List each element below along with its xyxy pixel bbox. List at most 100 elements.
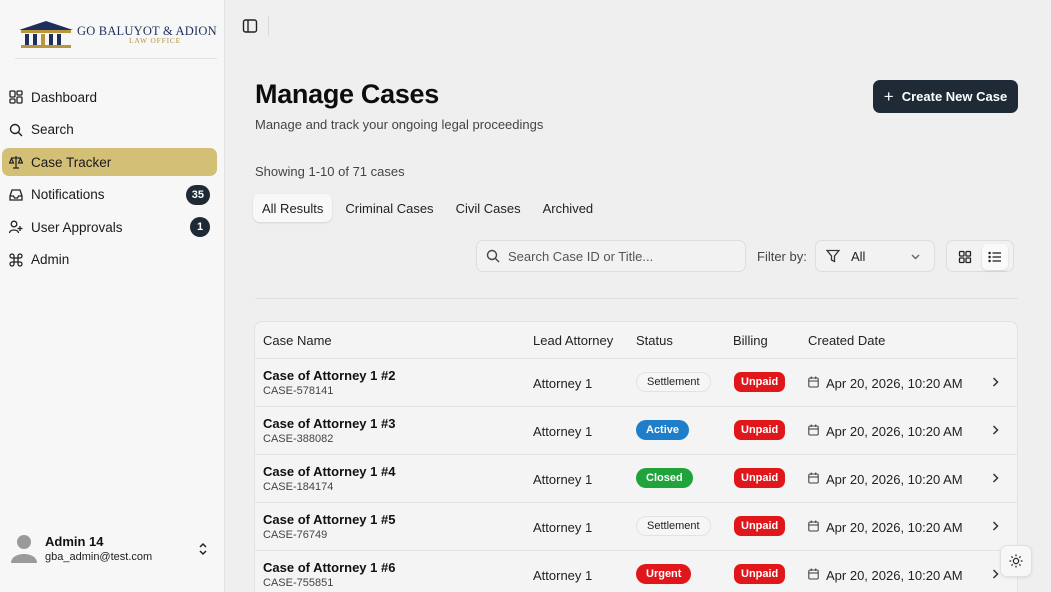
case-id: CASE-76749 <box>263 529 328 541</box>
calendar-icon <box>808 568 819 580</box>
case-name: Case of Attorney 1 #4 <box>263 464 396 479</box>
sidebar-item-case-tracker[interactable]: Case Tracker <box>2 148 217 176</box>
page-subtitle: Manage and track your ongoing legal proc… <box>255 117 544 132</box>
sidebar-item-label: Search <box>31 122 74 137</box>
created-date: Apr 20, 2026, 10:20 AM <box>826 424 963 439</box>
case-id: CASE-184174 <box>263 481 334 493</box>
sidebar: GO BALUYOT & ADION LAW OFFICE Dashboard … <box>0 0 225 592</box>
sidebar-item-dashboard[interactable]: Dashboard <box>2 83 217 111</box>
sidebar-toggle-icon[interactable] <box>242 18 258 34</box>
user-plus-icon <box>9 220 23 234</box>
cases-table: Case Name Lead Attorney Status Billing C… <box>254 321 1018 592</box>
column-header-lead-attorney[interactable]: Lead Attorney <box>533 333 613 348</box>
sidebar-nav: Dashboard Search Case Tracker Notificati… <box>2 83 217 278</box>
sidebar-item-label: Case Tracker <box>31 154 112 170</box>
chevron-right-icon[interactable] <box>991 424 1000 436</box>
sidebar-item-notifications[interactable]: Notifications 35 <box>2 181 217 209</box>
status-badge: Settlement <box>636 372 711 392</box>
table-row[interactable]: Case of Attorney 1 #3 CASE-388082 Attorn… <box>255 407 1017 455</box>
theme-toggle-button[interactable] <box>1000 545 1032 577</box>
lead-attorney: Attorney 1 <box>533 376 593 391</box>
case-tabs: All Results Criminal Cases Civil Cases A… <box>253 194 602 224</box>
filter-label: Filter by: <box>757 249 807 264</box>
lead-attorney: Attorney 1 <box>533 424 593 439</box>
sidebar-item-search[interactable]: Search <box>2 116 217 144</box>
chevron-right-icon[interactable] <box>991 568 1000 580</box>
filter-select[interactable]: All <box>815 240 935 272</box>
grid-icon <box>958 250 972 264</box>
search-box <box>476 240 746 272</box>
section-divider <box>255 298 1018 299</box>
sidebar-item-label: User Approvals <box>31 219 123 235</box>
table-row[interactable]: Case of Attorney 1 #5 CASE-76749 Attorne… <box>255 503 1017 551</box>
table-row[interactable]: Case of Attorney 1 #6 CASE-755851 Attorn… <box>255 551 1017 592</box>
search-icon <box>486 249 500 263</box>
chevron-right-icon[interactable] <box>991 472 1000 484</box>
status-badge: Settlement <box>636 516 711 536</box>
chevron-right-icon[interactable] <box>991 520 1000 532</box>
sidebar-item-label: Dashboard <box>31 89 98 105</box>
calendar-icon <box>808 520 819 532</box>
avatar <box>11 535 37 563</box>
case-name: Case of Attorney 1 #3 <box>263 416 396 431</box>
filter-value: All <box>851 248 866 264</box>
command-icon <box>9 252 23 267</box>
user-email: gba_admin@test.com <box>45 551 153 563</box>
column-header-created-date[interactable]: Created Date <box>808 333 885 348</box>
grid-view-button[interactable] <box>952 244 978 270</box>
tab-all-results[interactable]: All Results <box>253 194 333 222</box>
billing-badge: Unpaid <box>734 564 786 584</box>
created-date: Apr 20, 2026, 10:20 AM <box>826 472 963 487</box>
inbox-icon <box>9 188 23 202</box>
scale-icon <box>9 155 23 169</box>
lead-attorney: Attorney 1 <box>533 472 593 487</box>
billing-badge: Unpaid <box>734 372 786 392</box>
status-badge: Urgent <box>636 564 692 584</box>
case-name: Case of Attorney 1 #5 <box>263 512 396 527</box>
create-new-case-button[interactable]: + Create New Case <box>873 80 1018 113</box>
calendar-icon <box>808 376 819 388</box>
search-input[interactable] <box>508 248 728 264</box>
case-id: CASE-388082 <box>263 433 334 445</box>
filter-icon <box>826 249 840 263</box>
chevron-right-icon[interactable] <box>991 376 1000 388</box>
user-menu[interactable]: Admin 14 gba_admin@test.com <box>8 532 216 568</box>
table-header: Case Name Lead Attorney Status Billing C… <box>255 322 1017 359</box>
list-view-button[interactable] <box>982 244 1008 270</box>
chevron-down-icon <box>911 254 920 260</box>
tab-civil-cases[interactable]: Civil Cases <box>447 194 530 222</box>
sidebar-item-user-approvals[interactable]: User Approvals 1 <box>2 213 217 241</box>
column-header-case-name[interactable]: Case Name <box>263 333 332 348</box>
created-date: Apr 20, 2026, 10:20 AM <box>826 520 963 535</box>
status-badge: Active <box>636 420 690 440</box>
plus-icon: + <box>883 87 894 106</box>
user-name: Admin 14 <box>45 534 104 549</box>
column-header-billing[interactable]: Billing <box>733 333 768 348</box>
created-date: Apr 20, 2026, 10:20 AM <box>826 568 963 583</box>
table-row[interactable]: Case of Attorney 1 #2 CASE-578141 Attorn… <box>255 359 1017 407</box>
tab-criminal-cases[interactable]: Criminal Cases <box>336 194 442 222</box>
case-name: Case of Attorney 1 #2 <box>263 368 396 383</box>
list-icon <box>988 251 1001 263</box>
tab-archived[interactable]: Archived <box>534 194 603 222</box>
billing-badge: Unpaid <box>734 516 786 536</box>
brand-subtitle: LAW OFFICE <box>129 36 182 45</box>
chevrons-up-down-icon <box>199 542 207 556</box>
status-badge: Closed <box>636 468 693 488</box>
case-name: Case of Attorney 1 #6 <box>263 560 396 575</box>
calendar-icon <box>808 424 819 436</box>
dashboard-icon <box>9 90 23 104</box>
brand-logo[interactable]: GO BALUYOT & ADION LAW OFFICE <box>15 17 217 59</box>
table-row[interactable]: Case of Attorney 1 #4 CASE-184174 Attorn… <box>255 455 1017 503</box>
lead-attorney: Attorney 1 <box>533 568 593 583</box>
sidebar-item-admin[interactable]: Admin <box>2 246 217 274</box>
billing-badge: Unpaid <box>734 420 786 440</box>
sun-icon <box>1009 554 1023 568</box>
topbar-divider <box>268 16 269 36</box>
calendar-icon <box>808 472 819 484</box>
results-count: Showing 1-10 of 71 cases <box>255 164 405 179</box>
column-header-status[interactable]: Status <box>636 333 673 348</box>
create-button-label: Create New Case <box>901 89 1008 104</box>
lead-attorney: Attorney 1 <box>533 520 593 535</box>
view-toggle <box>946 240 1014 272</box>
